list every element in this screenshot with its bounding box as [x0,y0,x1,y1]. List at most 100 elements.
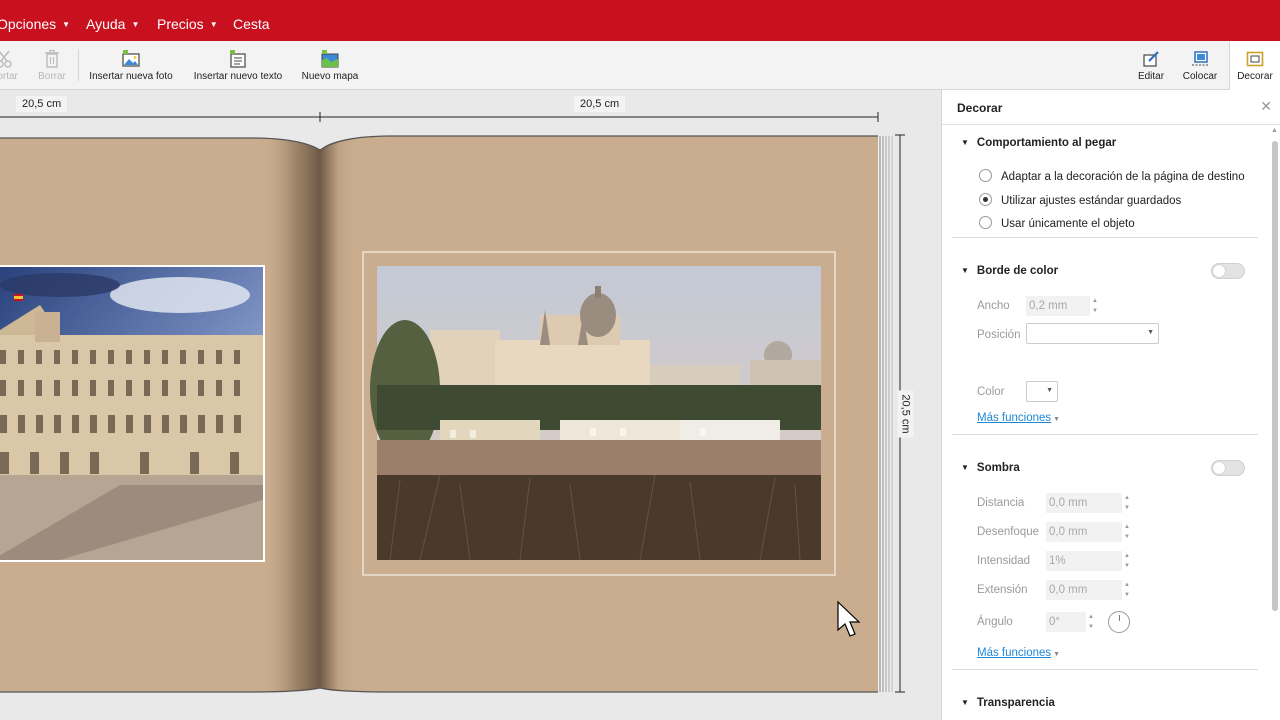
chevron-down-icon: ▼ [1053,651,1061,658]
insert-text-icon [230,50,246,68]
border-color-picker[interactable]: ▼ [1026,381,1058,402]
map-icon [321,50,339,68]
shadow-section-header[interactable]: ▼ Sombra [961,462,1020,474]
delete-label: Borrar [38,71,66,82]
radio-button[interactable] [979,216,992,229]
place-label: Colocar [1182,71,1218,82]
border-color-label: Color [977,386,1005,398]
shadow-more-link[interactable]: Más funciones ▼ [977,647,1060,659]
new-map-label: Nuevo mapa [301,71,359,82]
decorate-label: Decorar [1237,71,1273,82]
chevron-down-icon: ▼ [1147,329,1154,336]
chevron-down-icon: ▼ [131,20,140,29]
collapse-triangle-icon: ▼ [961,266,969,275]
chevron-down-icon: ▼ [1046,387,1053,394]
new-map-button[interactable]: Nuevo mapa [298,41,362,90]
photobook-canvas[interactable]: 20,5 cm 20,5 cm 20,5 cm [0,90,941,720]
edit-button[interactable]: Editar [1130,41,1172,90]
section-divider [952,669,1258,670]
insert-photo-icon [122,50,140,67]
menu-cesta[interactable]: Cesta [233,0,270,41]
place-icon [1192,51,1208,66]
scroll-up-icon[interactable]: ▲ [1271,127,1278,134]
collapse-triangle-icon: ▼ [961,138,969,147]
more-functions-label: Más funciones [977,647,1052,659]
border-width-stepper[interactable]: ▲ ▼ [1091,296,1099,316]
transparency-section-header[interactable]: ▼ Transparencia [961,697,1055,709]
menu-ayuda-label: Ayuda [86,16,126,32]
chevron-down-icon: ▼ [209,20,218,29]
shadow-blur-stepper[interactable]: ▲ ▼ [1123,522,1131,542]
insert-photo-button[interactable]: Insertar nueva foto [86,41,176,90]
shadow-blur-label: Desenfoque [977,526,1040,538]
menu-cesta-label: Cesta [233,16,270,32]
radio-label: Usar únicamente el objeto [1001,218,1135,230]
shadow-section-title: Sombra [976,462,1020,474]
paste-section-header[interactable]: ▼ Comportamiento al pegar [961,137,1116,149]
border-position-label: Posición [977,329,1021,341]
border-section-header[interactable]: ▼ Borde de color [961,265,1058,277]
edit-icon [1143,51,1159,67]
radio-button-selected[interactable] [979,193,992,206]
border-toggle[interactable] [1211,263,1245,279]
cut-label: Cortar [0,71,18,82]
menu-opciones[interactable]: Opciones ▼ [0,0,70,41]
transparency-section-title: Transparencia [976,697,1055,709]
panel-divider [942,124,1280,125]
radio-standard-settings[interactable]: Utilizar ajustes estándar guardados [979,193,1181,207]
collapse-triangle-icon: ▼ [961,698,969,707]
insert-text-button[interactable]: Insertar nuevo texto [190,41,286,90]
border-width-input[interactable]: 0,2 mm [1026,296,1090,316]
angle-dial-icon[interactable] [1108,611,1130,633]
shadow-toggle[interactable] [1211,460,1245,476]
menu-precios[interactable]: Precios ▼ [157,0,218,41]
border-section-title: Borde de color [976,265,1059,277]
border-width-label: Ancho [977,300,1010,312]
right-page-width-label: 20,5 cm [574,96,626,112]
radio-adapt-decoration[interactable]: Adaptar a la decoración de la página de … [979,169,1245,183]
left-page-width-label: 20,5 cm [16,96,68,112]
radio-label: Utilizar ajustes estándar guardados [1001,195,1182,207]
decorate-panel: Decorar ✕ ▼ Comportamiento al pegar Adapt… [941,90,1280,720]
close-icon[interactable]: ✕ [1260,98,1272,115]
place-button[interactable]: Colocar [1178,41,1222,90]
paste-section-title: Comportamiento al pegar [976,137,1117,149]
delete-button[interactable]: Borrar [34,41,70,90]
chevron-down-icon: ▼ [62,20,71,29]
cut-button[interactable]: Cortar [0,41,22,90]
shadow-intensity-stepper[interactable]: ▲ ▼ [1123,551,1131,571]
collapse-triangle-icon: ▼ [961,463,969,472]
shadow-distance-stepper[interactable]: ▲ ▼ [1123,493,1131,513]
trash-icon [45,49,59,68]
menu-opciones-label: Opciones [0,16,57,32]
shadow-angle-stepper[interactable]: ▲ ▼ [1087,612,1095,632]
shadow-angle-input[interactable]: 0° [1046,612,1086,632]
scroll-thumb[interactable] [1272,141,1278,611]
edit-label: Editar [1137,71,1165,82]
menu-ayuda[interactable]: Ayuda ▼ [86,0,139,41]
scissors-icon [0,50,12,68]
radio-object-only[interactable]: Usar únicamente el objeto [979,216,1135,230]
shadow-distance-input[interactable]: 0,0 mm [1046,493,1122,513]
section-divider [952,237,1258,238]
chevron-down-icon: ▼ [1053,416,1061,423]
radio-button[interactable] [979,169,992,182]
section-divider [952,434,1258,435]
more-functions-label: Más funciones [977,412,1052,424]
panel-scrollbar[interactable]: ▲ [1270,125,1280,720]
shadow-blur-input[interactable]: 0,0 mm [1046,522,1122,542]
menu-precios-label: Precios [157,16,204,32]
border-more-link[interactable]: Más funciones ▼ [977,412,1060,424]
insert-text-label: Insertar nuevo texto [193,71,283,82]
shadow-extension-input[interactable]: 0,0 mm [1046,580,1122,600]
photobook-spread [0,112,905,693]
shadow-intensity-input[interactable]: 1% [1046,551,1122,571]
border-position-select[interactable]: ▼ [1026,323,1159,344]
decorate-icon [1246,51,1264,67]
panel-title: Decorar [957,101,1003,115]
page-height-label: 20,5 cm [897,390,914,438]
shadow-extension-label: Extensión [977,584,1028,596]
radio-label: Adaptar a la decoración de la página de … [1001,171,1245,183]
shadow-extension-stepper[interactable]: ▲ ▼ [1123,580,1131,600]
decorate-button[interactable]: Decorar [1229,41,1280,90]
